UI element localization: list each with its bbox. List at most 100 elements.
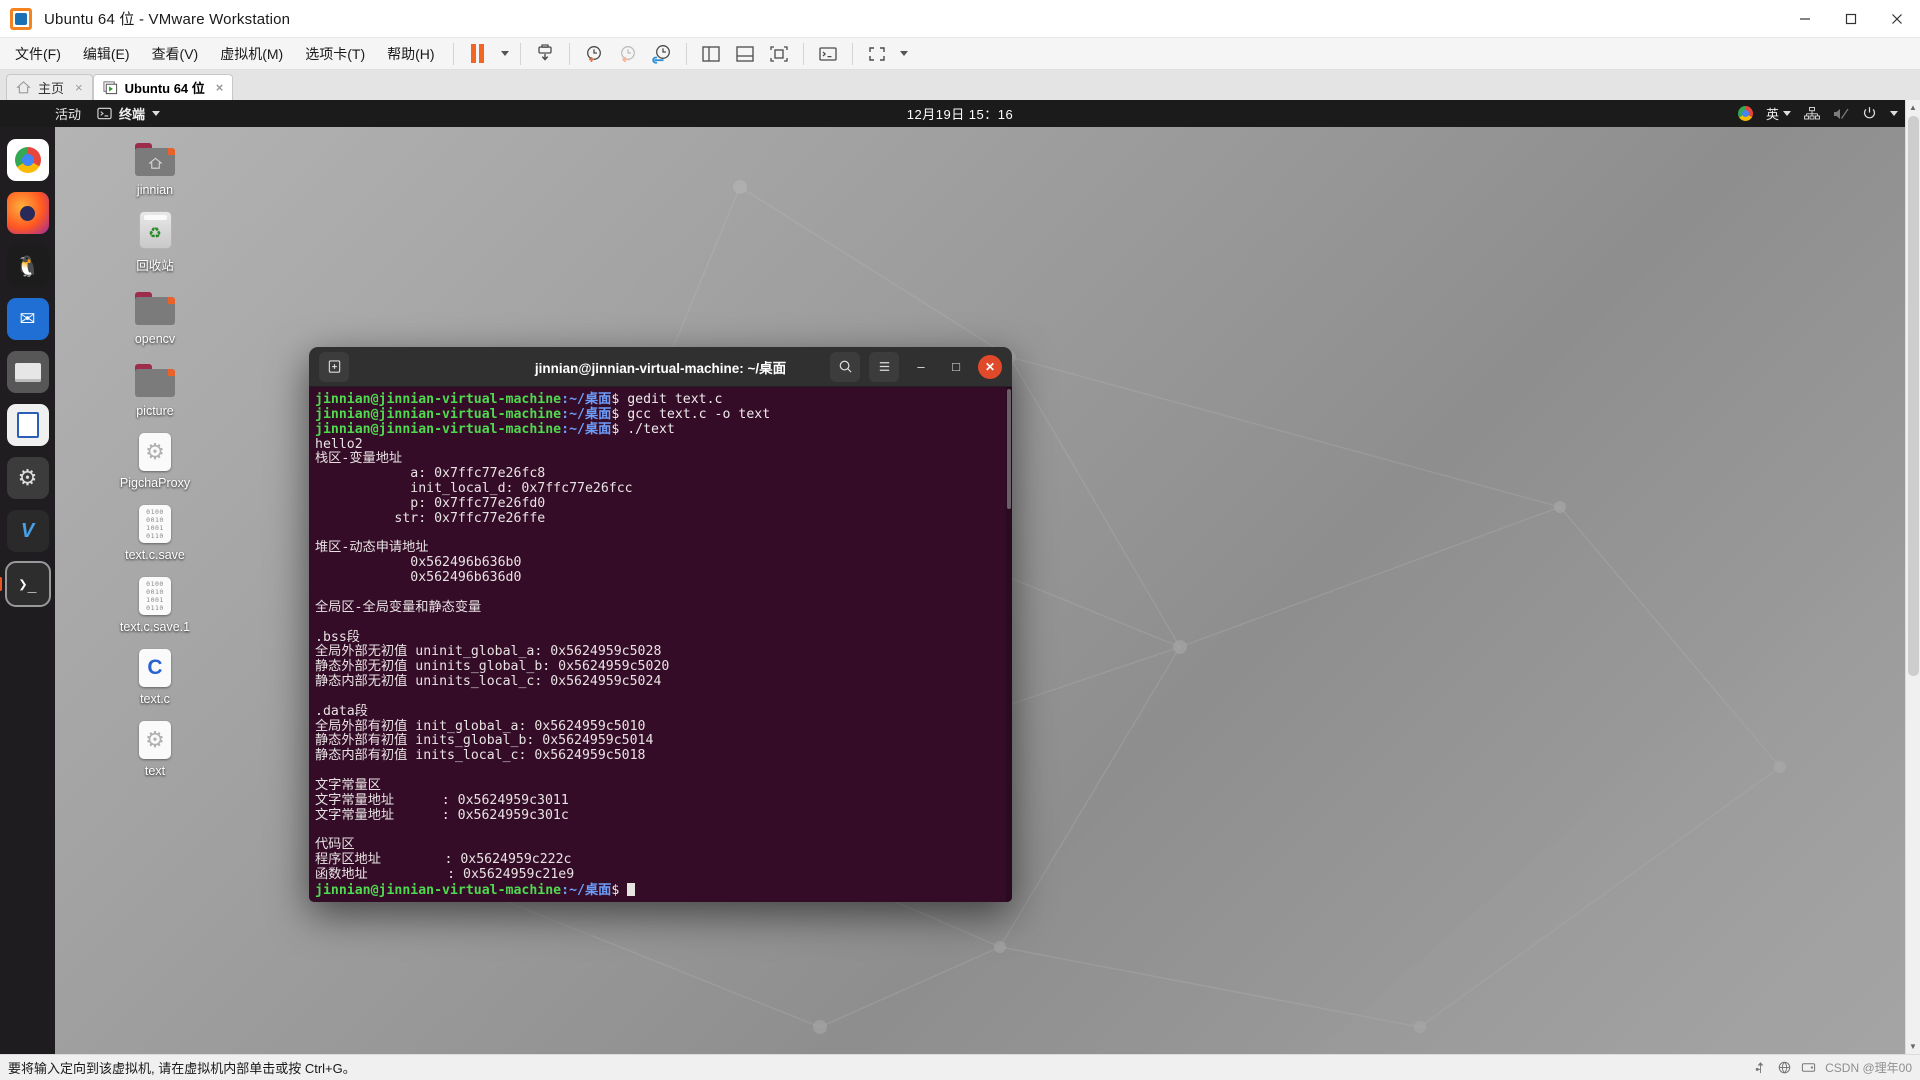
terminal-line: jinnian@jinnian-virtual-machine:~/桌面$ gc… xyxy=(315,406,1004,423)
desktop-icon-picture[interactable]: picture xyxy=(106,360,204,418)
new-tab-icon xyxy=(328,360,340,373)
menu-vm[interactable]: 虚拟机(M) xyxy=(209,40,294,68)
tab-ubuntu-close[interactable]: × xyxy=(216,80,224,95)
terminal-search-button[interactable] xyxy=(830,351,860,382)
menu-view[interactable]: 查看(V) xyxy=(141,40,210,68)
disk-indicator-icon[interactable] xyxy=(1801,1060,1816,1075)
terminal-icon xyxy=(97,107,112,120)
snapshot-revert-button[interactable] xyxy=(611,41,645,67)
snapshot-manager-button[interactable] xyxy=(645,41,679,67)
terminal-cursor xyxy=(627,882,636,896)
desktop-icon-pigchaproxy[interactable]: ⚙ PigchaProxy xyxy=(106,432,204,490)
system-menu-chevron-icon[interactable] xyxy=(1890,111,1898,116)
tab-ubuntu[interactable]: Ubuntu 64 位 × xyxy=(92,74,234,100)
scrollbar-thumb[interactable] xyxy=(1907,116,1919,676)
scroll-up-arrow[interactable]: ▲ xyxy=(1905,100,1920,115)
terminal-line: jinnian@jinnian-virtual-machine:~/桌面$ ge… xyxy=(315,392,1004,408)
dock-item-vscode[interactable]: V xyxy=(6,510,49,552)
terminal-line: .data段 xyxy=(315,703,368,719)
app-menu-terminal[interactable]: 终端 xyxy=(97,104,161,123)
menu-tabs[interactable]: 选项卡(T) xyxy=(294,40,376,68)
toolbar-separator xyxy=(851,42,853,65)
snapshot-take-button[interactable] xyxy=(577,41,611,67)
desktop-icon-textcsave1[interactable]: 0100 0010 1001 0110 text.c.save.1 xyxy=(106,576,204,634)
clock[interactable]: 12月19日 15：16 xyxy=(907,104,1013,123)
menu-edit[interactable]: 编辑(E) xyxy=(72,40,141,68)
viewport-scrollbar[interactable]: ▲ ▼ xyxy=(1905,100,1920,1054)
close-button[interactable] xyxy=(1874,0,1920,37)
show-thumbnail-button[interactable] xyxy=(728,41,762,67)
folder-icon xyxy=(135,288,175,328)
clock-wrench-icon xyxy=(651,44,670,64)
power-button[interactable] xyxy=(528,41,562,67)
tab-home-close[interactable]: × xyxy=(75,80,83,95)
executable-icon: ⚙ xyxy=(135,720,175,760)
activities-button[interactable]: 活动 xyxy=(55,104,81,123)
terminal-output-area[interactable]: jinnian@jinnian-virtual-machine:~/桌面$ ge… xyxy=(309,387,1012,902)
prompt-user: jinnian@jinnian-virtual-machine xyxy=(315,882,562,898)
dock-item-files[interactable] xyxy=(6,351,49,393)
fullscreen-dropdown[interactable] xyxy=(894,41,912,67)
gnome-top-bar: 活动 终端 12月19日 15：16 英 xyxy=(0,100,1920,127)
terminal-maximize-button[interactable]: □ xyxy=(943,354,969,380)
dock-item-thunderbird[interactable]: ✉ xyxy=(6,298,49,340)
desktop-icon-label: jinnian xyxy=(136,183,174,197)
menu-help[interactable]: 帮助(H) xyxy=(376,40,445,68)
show-console-button[interactable] xyxy=(762,41,796,67)
terminal-line: 全局区-全局变量和静态变量 xyxy=(315,599,482,615)
terminal-line: 静态内部有初值 inits_local_c: 0x5624959c5018 xyxy=(315,748,646,764)
terminal-line: 静态内部无初值 uninits_local_c: 0x5624959c5024 xyxy=(315,674,662,690)
network-indicator-icon[interactable] xyxy=(1777,1060,1792,1075)
prompt-command: $ ./text xyxy=(611,421,675,437)
terminal-scrollbar[interactable] xyxy=(1006,387,1012,902)
power-icon[interactable] xyxy=(1862,106,1877,121)
show-library-button[interactable] xyxy=(694,41,728,67)
prompt-command: $ gcc text.c -o text xyxy=(611,406,771,422)
dock-item-terminal[interactable]: ❯_ xyxy=(4,561,51,607)
dock-item-qq[interactable]: 🐧 xyxy=(6,245,49,287)
menu-file[interactable]: 文件(F) xyxy=(4,40,72,68)
folder-home-icon xyxy=(135,139,175,179)
suspend-dropdown[interactable] xyxy=(495,41,513,67)
desktop-icon-text[interactable]: ⚙ text xyxy=(106,720,204,778)
volume-muted-icon[interactable] xyxy=(1833,107,1849,121)
vm-tab-icon xyxy=(103,81,117,95)
desktop-icon-textcsave[interactable]: 0100 0010 1001 0110 text.c.save xyxy=(106,504,204,562)
terminal-line: 文字常量地址 : 0x5624959c3011 xyxy=(315,792,569,808)
panel-bottom-icon xyxy=(735,45,754,62)
desktop-icon-trash[interactable]: ♻ 回收站 xyxy=(106,211,204,274)
dock-item-firefox[interactable] xyxy=(6,192,49,234)
usb-indicator-icon[interactable] xyxy=(1753,1060,1768,1075)
minimize-button[interactable] xyxy=(1782,0,1828,37)
suspend-button[interactable] xyxy=(461,41,495,67)
ubuntu-desktop[interactable]: 🐧 ✉ ⚙ V ❯_ jinnian ♻ 回收站 opencv picture … xyxy=(0,127,1920,1054)
desktop-icon-jinnian[interactable]: jinnian xyxy=(106,139,204,197)
input-method-indicator[interactable]: 英 xyxy=(1766,104,1791,123)
terminal-titlebar: jinnian@jinnian-virtual-machine: ~/桌面 – … xyxy=(309,347,1012,387)
chrome-indicator-icon[interactable] xyxy=(1737,106,1753,121)
dock-item-writer[interactable] xyxy=(6,404,49,446)
maximize-button[interactable] xyxy=(1828,0,1874,37)
desktop-icon-opencv[interactable]: opencv xyxy=(106,288,204,346)
terminal-menu-button[interactable] xyxy=(869,351,899,382)
prompt-user: jinnian@jinnian-virtual-machine xyxy=(315,406,562,422)
prompt-path: :~/桌面 xyxy=(561,421,612,437)
network-icon[interactable] xyxy=(1804,106,1820,121)
dock-item-settings[interactable]: ⚙ xyxy=(6,457,49,499)
fullscreen-button[interactable] xyxy=(860,41,894,67)
clock-back-icon xyxy=(620,45,635,62)
statusbar-indicators: CSDN @理年00 xyxy=(1753,1059,1912,1076)
gnome-terminal-window[interactable]: jinnian@jinnian-virtual-machine: ~/桌面 – … xyxy=(309,347,1012,902)
scroll-down-arrow[interactable]: ▼ xyxy=(1905,1039,1920,1054)
dock-item-chrome[interactable] xyxy=(6,139,49,181)
trash-icon: ♻ xyxy=(135,211,175,251)
prompt-path: :~/桌面 xyxy=(561,392,612,407)
terminal-close-button[interactable]: ✕ xyxy=(978,354,1002,379)
tab-home[interactable]: 主页 × xyxy=(6,74,93,100)
unity-button[interactable] xyxy=(811,41,845,67)
new-tab-button[interactable] xyxy=(319,351,349,382)
desktop-icon-textc[interactable]: C text.c xyxy=(106,648,204,706)
terminal-minimize-button[interactable]: – xyxy=(908,354,934,380)
clock-plus-icon xyxy=(586,45,601,62)
